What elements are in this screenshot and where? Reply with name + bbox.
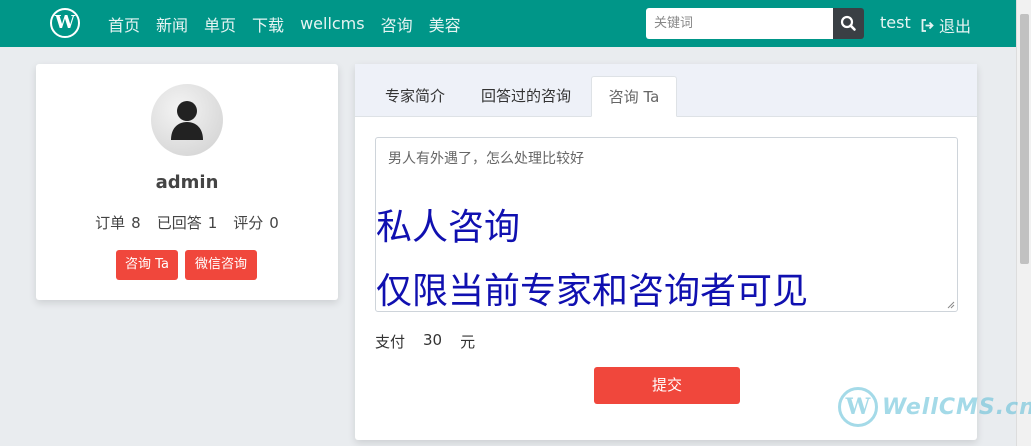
user-link[interactable]: test: [880, 13, 911, 32]
watermark-logo: W: [838, 387, 878, 427]
question-textarea[interactable]: 男人有外遇了，怎么处理比较好 私人咨询 仅限当前专家和咨询者可见: [375, 137, 958, 312]
search-input[interactable]: [646, 8, 833, 39]
resize-handle-icon[interactable]: [947, 301, 955, 309]
logout-link[interactable]: 退出: [920, 13, 971, 37]
pay-amount: 30: [423, 331, 443, 349]
top-navbar: W 首页 新闻 单页 下载 wellcms 咨询 美容 test 退出: [0, 0, 1016, 47]
stat-rating-label: 评分: [233, 214, 264, 232]
site-logo[interactable]: W: [50, 8, 80, 38]
expert-name: admin: [155, 172, 219, 193]
stat-answered-value: 1: [207, 214, 218, 232]
avatar: [151, 84, 223, 156]
watermark: W WellCMS.cn: [838, 387, 1031, 427]
nav-link-wellcms[interactable]: wellcms: [300, 14, 365, 33]
question-placeholder: 男人有外遇了，怎么处理比较好: [388, 151, 584, 167]
stat-answered: 已回答 1: [157, 212, 218, 233]
consult-panel: 专家简介 回答过的咨询 咨询 Ta 男人有外遇了，怎么处理比较好 私人咨询 仅限…: [355, 64, 977, 440]
payment-row: 支付 30 元: [375, 331, 475, 352]
pay-unit: 元: [460, 333, 476, 351]
tab-expert-intro[interactable]: 专家简介: [373, 76, 457, 117]
user-silhouette-icon: [171, 101, 203, 140]
consult-ta-button[interactable]: 咨询 Ta: [116, 250, 178, 280]
privacy-notice-text: 仅限当前专家和咨询者可见: [376, 271, 809, 312]
nav-link-download[interactable]: 下载: [252, 12, 284, 36]
expert-stats: 订单 8 已回答 1 评分 0: [36, 212, 338, 233]
stat-orders-value: 8: [131, 214, 141, 232]
tab-answered-consults[interactable]: 回答过的咨询: [469, 76, 583, 117]
logout-icon: [921, 18, 934, 32]
stat-rating: 评分 0: [233, 212, 279, 233]
stat-orders: 订单 8: [95, 212, 141, 233]
tabs-bar: 专家简介 回答过的咨询 咨询 Ta: [355, 64, 977, 117]
page-scrollbar[interactable]: [1016, 0, 1031, 446]
tab-consult-ta[interactable]: 咨询 Ta: [591, 76, 677, 117]
nav-link-page[interactable]: 单页: [204, 12, 236, 36]
search-button[interactable]: [833, 8, 864, 39]
search-icon: [840, 15, 856, 31]
pay-label: 支付: [375, 333, 406, 351]
wechat-consult-button[interactable]: 微信咨询: [185, 250, 257, 280]
expert-profile-card: admin 订单 8 已回答 1 评分 0 咨询 Ta 微信咨询: [36, 64, 338, 300]
submit-button[interactable]: 提交: [594, 367, 740, 404]
nav-link-beauty[interactable]: 美容: [429, 12, 461, 36]
stat-rating-value: 0: [269, 214, 279, 232]
stat-answered-label: 已回答: [156, 214, 202, 232]
watermark-text: WellCMS.cn: [882, 394, 1031, 420]
nav-link-home[interactable]: 首页: [108, 12, 140, 36]
privacy-notice-title: 私人咨询: [376, 207, 521, 248]
nav-link-consult[interactable]: 咨询: [381, 12, 413, 36]
search-form: [646, 8, 864, 39]
nav-links: 首页 新闻 单页 下载 wellcms 咨询 美容: [100, 0, 469, 47]
logout-label: 退出: [939, 17, 972, 36]
nav-link-news[interactable]: 新闻: [156, 12, 188, 36]
stat-orders-label: 订单: [95, 214, 126, 232]
scrollbar-thumb[interactable]: [1020, 14, 1029, 264]
